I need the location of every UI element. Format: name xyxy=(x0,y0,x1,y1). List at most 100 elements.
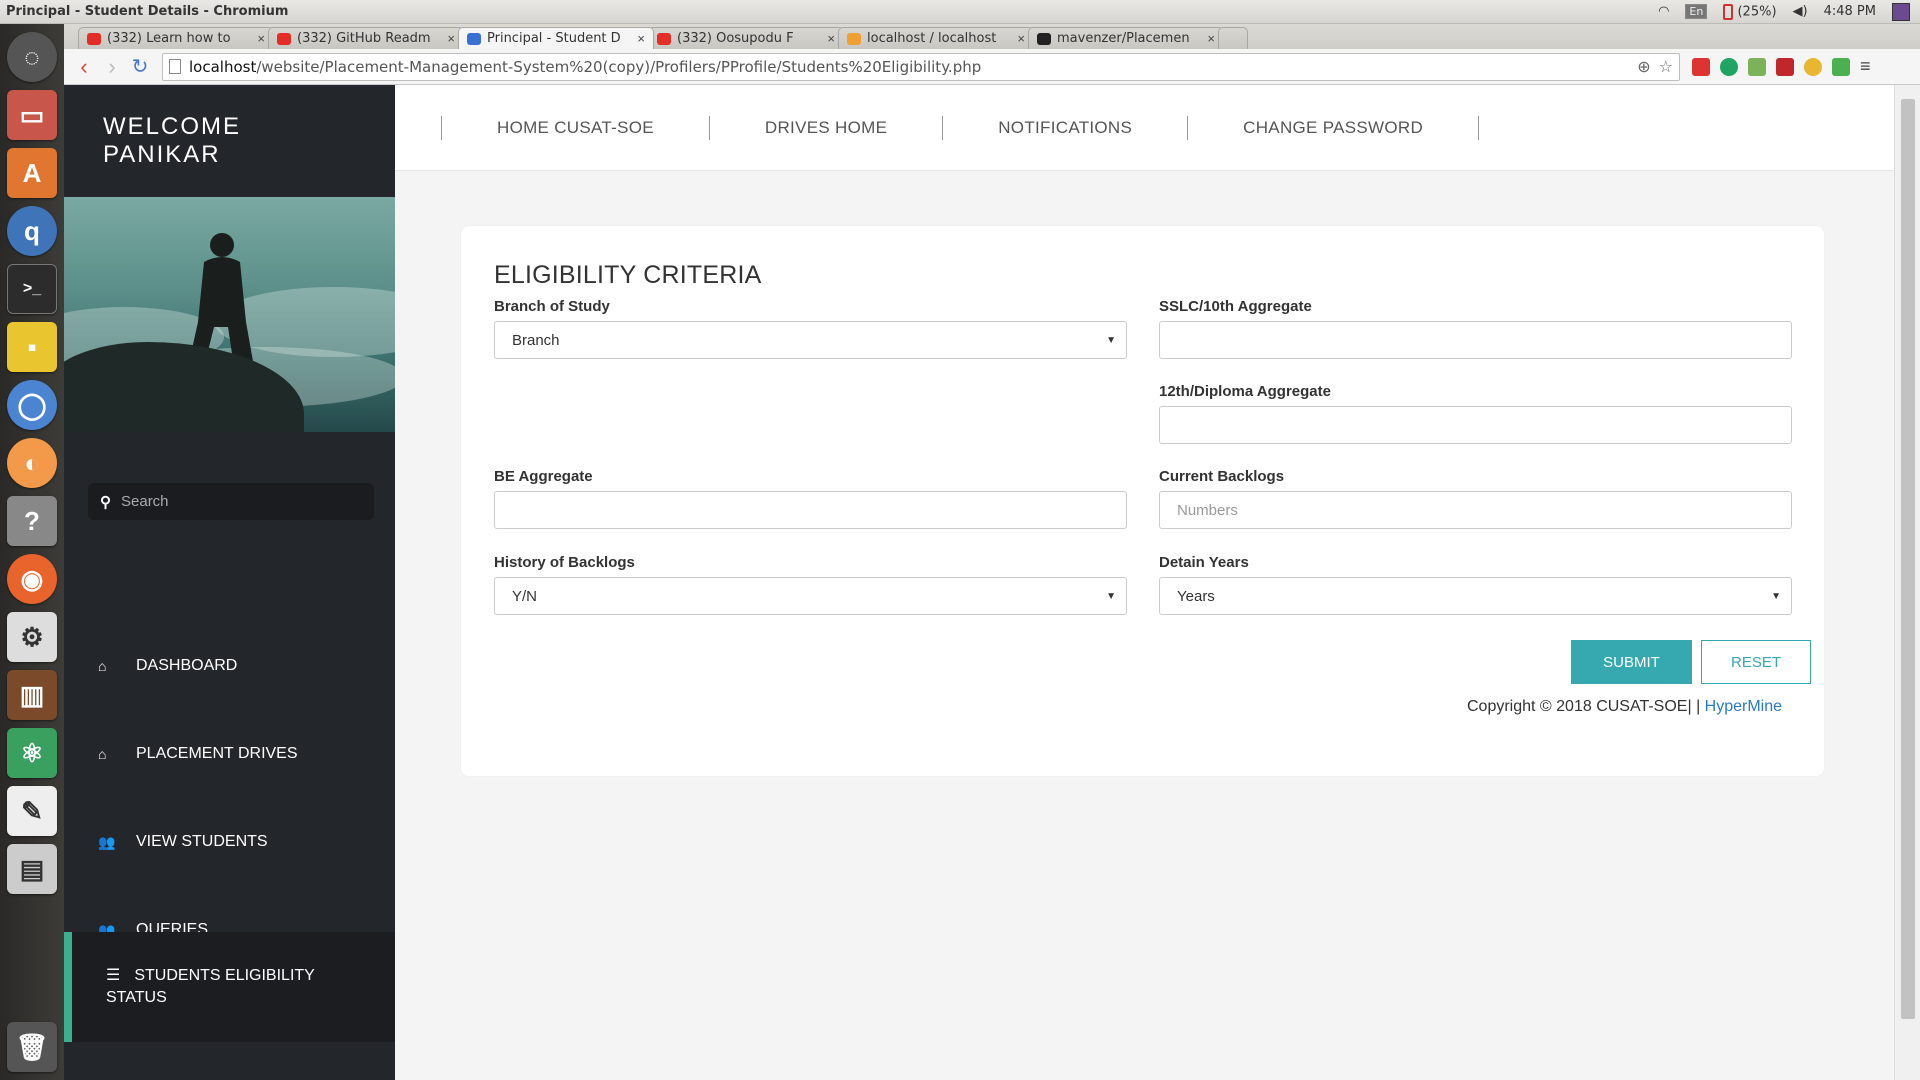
adblock-icon[interactable] xyxy=(1692,57,1710,76)
check-ext-icon[interactable] xyxy=(1804,57,1822,76)
sidebar-item-label: DASHBOARD xyxy=(136,657,238,674)
help-icon[interactable]: ? xyxy=(7,496,57,546)
reload-icon[interactable]: ↻ xyxy=(126,54,154,79)
profile-banner-image xyxy=(64,197,395,432)
unity-launcher: ◌ ▭ A q >_ ▪ ◯ ◐ ? ◉ ⚙ ▥ ⚛ ✎ ▤ 🗑 xyxy=(0,24,64,1080)
presentation-icon[interactable]: ▤ xyxy=(7,844,57,894)
os-top-bar: Principal - Student Details - Chromium ◠… xyxy=(0,0,1920,24)
sidebar-item-label: PLACEMENT DRIVES xyxy=(136,745,298,762)
zoom-icon[interactable]: ⊕ xyxy=(1637,57,1650,76)
nav-change-password[interactable]: CHANGE PASSWORD xyxy=(1188,118,1478,138)
reset-button[interactable]: RESET xyxy=(1701,640,1811,684)
firefox-icon[interactable]: ◉ xyxy=(7,554,57,604)
close-tab-icon[interactable]: × xyxy=(1207,31,1215,46)
browser-tab[interactable]: mavenzer/Placemen × xyxy=(1028,27,1224,49)
hypermine-link[interactable]: HyperMine xyxy=(1705,698,1782,715)
shield-icon[interactable] xyxy=(1832,57,1850,76)
twelfth-aggregate-input[interactable] xyxy=(1159,406,1792,444)
keyboard-lang-indicator[interactable]: En xyxy=(1685,4,1708,19)
welcome-heading: WELCOME PANIKAR xyxy=(103,113,241,169)
url-path: /website/Placement-Management-System%20(… xyxy=(256,57,982,76)
menu-icon[interactable]: ≡ xyxy=(1860,56,1871,77)
close-tab-icon[interactable]: × xyxy=(1017,31,1025,46)
atom-icon[interactable]: ⚛ xyxy=(7,728,57,778)
copyright-label: Copyright © 2018 CUSAT-SOE| | xyxy=(1467,698,1705,715)
nav-notifications[interactable]: NOTIFICATIONS xyxy=(943,118,1187,138)
sidebar-item-view-students[interactable]: 👥 VIEW STUDENTS xyxy=(64,798,395,886)
browser-tab[interactable]: Principal - Student D × xyxy=(458,27,654,49)
mango-app-icon[interactable]: ◐ xyxy=(7,438,57,488)
chromium-icon[interactable]: ◯ xyxy=(7,380,57,430)
os-indicators: ◠ En (25%) ◀) 4:48 PM xyxy=(1658,2,1920,21)
current-backlogs-input[interactable]: Numbers xyxy=(1159,491,1792,529)
home-icon: ⌂ xyxy=(98,658,107,674)
tab-favicon-icon xyxy=(657,32,671,45)
sslc-aggregate-input[interactable] xyxy=(1159,321,1792,359)
qbittorrent-icon[interactable]: q xyxy=(7,206,57,256)
download-ext-icon[interactable] xyxy=(1748,57,1766,76)
video-ext-icon[interactable] xyxy=(1776,57,1794,76)
address-bar[interactable]: localhost/website/Placement-Management-S… xyxy=(162,52,1680,81)
branch-label: Branch of Study xyxy=(494,298,610,315)
close-tab-icon[interactable]: × xyxy=(257,31,265,46)
browser-tab[interactable]: (332) Oosupodu F × xyxy=(648,27,844,49)
label-line-2: STATUS xyxy=(106,989,167,1006)
sidebar-search-input[interactable]: ⚲ Search xyxy=(88,483,374,520)
volume-icon[interactable]: ◀) xyxy=(1793,4,1808,19)
be-aggregate-input[interactable] xyxy=(494,491,1127,529)
home-icon: ⌂ xyxy=(98,746,107,762)
close-tab-icon[interactable]: × xyxy=(637,31,645,46)
tab-favicon-icon xyxy=(87,32,101,45)
browser-tab[interactable]: (332) GitHub Readm × xyxy=(268,27,464,49)
twelfth-label: 12th/Diploma Aggregate xyxy=(1159,383,1331,400)
search-placeholder: Search xyxy=(121,493,169,510)
tab-title: Principal - Student D xyxy=(487,31,621,46)
label-line-1: STUDENTS ELIGIBILITY xyxy=(134,967,315,984)
battery-icon xyxy=(1723,3,1734,20)
trash-icon[interactable]: 🗑 xyxy=(7,1022,57,1072)
form-title: ELIGIBILITY CRITERIA xyxy=(494,261,762,289)
tab-title: (332) Oosupodu F xyxy=(677,31,794,46)
chevron-down-icon: ▼ xyxy=(1106,334,1116,346)
terminal-icon[interactable]: >_ xyxy=(7,264,57,314)
nav-home-cusat-soe[interactable]: HOME CUSAT-SOE xyxy=(442,118,709,138)
new-tab-button[interactable] xyxy=(1218,27,1248,49)
scrollbar-thumb[interactable] xyxy=(1901,99,1915,1019)
welcome-line: WELCOME xyxy=(103,113,242,140)
session-menu-icon[interactable] xyxy=(1892,2,1910,21)
sticky-notes-icon[interactable]: ▪ xyxy=(7,322,57,372)
system-settings-icon[interactable]: ⚙ xyxy=(7,612,57,662)
history-backlogs-select[interactable]: Y/N ▼ xyxy=(494,577,1127,615)
detain-years-select[interactable]: Years ▼ xyxy=(1159,577,1792,615)
sslc-label: SSLC/10th Aggregate xyxy=(1159,298,1312,315)
clock[interactable]: 4:48 PM xyxy=(1824,4,1876,19)
forward-icon[interactable]: › xyxy=(98,54,126,80)
close-tab-icon[interactable]: × xyxy=(827,31,835,46)
nav-divider xyxy=(1478,115,1480,140)
battery-indicator[interactable]: (25%) xyxy=(1723,3,1777,20)
files-icon[interactable]: ▭ xyxy=(7,90,57,140)
branch-selected-value: Branch xyxy=(512,331,560,349)
url-host: localhost xyxy=(189,57,257,76)
submit-button[interactable]: SUBMIT xyxy=(1571,640,1692,684)
wifi-icon[interactable]: ◠ xyxy=(1658,4,1669,19)
back-icon[interactable]: ‹ xyxy=(70,54,98,80)
dash-icon[interactable]: ◌ xyxy=(7,32,57,82)
page-scrollbar[interactable] xyxy=(1894,85,1920,1080)
sidebar-item-dashboard[interactable]: ⌂ DASHBOARD xyxy=(64,622,395,710)
nav-drives-home[interactable]: DRIVES HOME xyxy=(710,118,942,138)
browser-tab[interactable]: (332) Learn how to × xyxy=(78,27,274,49)
sidebar-item-students-eligibility[interactable]: ☰ STUDENTS ELIGIBILITY STATUS xyxy=(64,932,395,1042)
library-icon[interactable]: ▥ xyxy=(7,670,57,720)
close-tab-icon[interactable]: × xyxy=(447,31,455,46)
tab-title: (332) Learn how to xyxy=(107,31,231,46)
grammarly-icon[interactable] xyxy=(1720,57,1738,76)
branch-select[interactable]: Branch ▼ xyxy=(494,321,1127,359)
users-icon: 👥 xyxy=(98,833,116,850)
browser-tab[interactable]: localhost / localhost × xyxy=(838,27,1034,49)
bookmark-star-icon[interactable]: ☆ xyxy=(1659,57,1673,76)
text-editor-icon[interactable]: ✎ xyxy=(7,786,57,836)
eligibility-form-card: ELIGIBILITY CRITERIA Branch of Study Bra… xyxy=(461,226,1824,776)
sidebar-item-placement-drives[interactable]: ⌂ PLACEMENT DRIVES xyxy=(64,710,395,798)
software-center-icon[interactable]: A xyxy=(7,148,57,198)
